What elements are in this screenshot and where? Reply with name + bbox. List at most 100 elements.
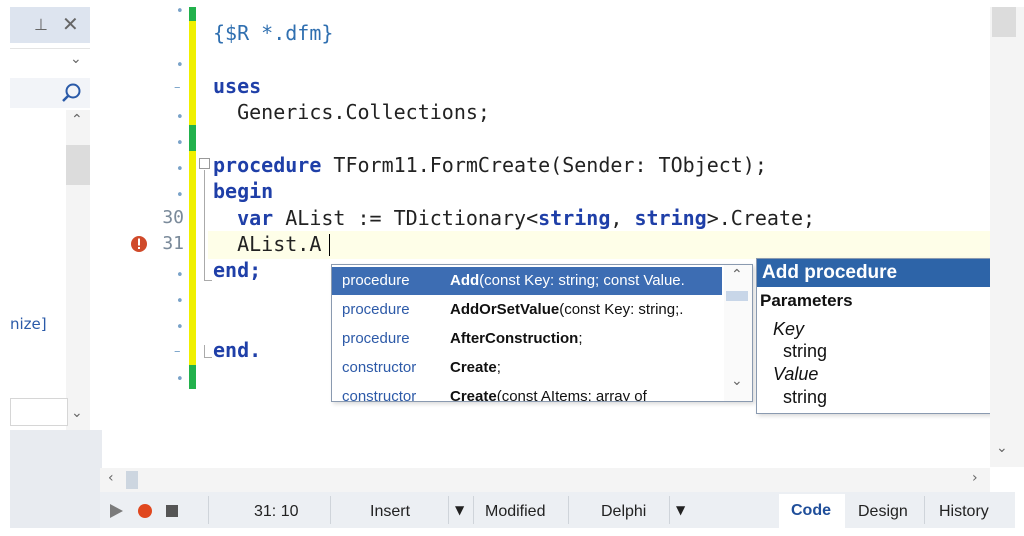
tab-code[interactable]: Code xyxy=(779,494,845,528)
scroll-down-icon[interactable]: ⌄ xyxy=(996,440,1008,456)
close-icon[interactable]: ✕ xyxy=(62,12,79,36)
editor-scroll-thumb[interactable] xyxy=(992,7,1016,37)
search-input[interactable] xyxy=(10,78,90,108)
gutter-dash: – xyxy=(174,80,181,95)
completion-item[interactable]: constructor Create(const AItems: array o… xyxy=(332,383,722,402)
gutter-dash: – xyxy=(174,344,181,359)
tab-history[interactable]: History xyxy=(939,503,989,521)
play-icon[interactable] xyxy=(108,503,124,519)
scroll-left-icon[interactable]: ‹ xyxy=(108,470,114,486)
gutter-dot: • xyxy=(176,372,184,387)
panel-combo[interactable]: ⌄ xyxy=(10,48,90,73)
editor-vertical-scrollbar[interactable] xyxy=(990,7,1024,467)
change-bar-modified xyxy=(189,21,196,125)
code-text: TForm11.FormCreate(Sender: TObject); xyxy=(321,153,767,177)
code-keyword: procedure xyxy=(213,153,322,177)
fold-line xyxy=(204,170,205,280)
panel-header: ⊥ ✕ xyxy=(10,7,90,43)
hint-param-name: Key xyxy=(773,319,805,339)
stop-icon[interactable] xyxy=(165,504,179,518)
panel-field[interactable] xyxy=(10,398,68,426)
code-line-var[interactable]: var AList := TDictionary<string, string>… xyxy=(213,206,815,230)
fold-toggle[interactable] xyxy=(199,158,210,169)
scroll-down-icon[interactable]: ⌄ xyxy=(731,373,743,389)
left-panel: ⊥ ✕ ⌄ ⌃ nize] ⌄ xyxy=(0,0,102,536)
line-number: 31 xyxy=(162,233,184,254)
completion-kind: constructor xyxy=(342,388,417,402)
completion-item[interactable]: procedure AddOrSetValue(const Key: strin… xyxy=(332,296,722,324)
tab-design[interactable]: Design xyxy=(858,503,908,521)
code-line-end-unit[interactable]: end. xyxy=(213,338,261,362)
horizontal-scroll-thumb[interactable] xyxy=(126,471,138,489)
completion-item[interactable]: procedure AfterConstruction; xyxy=(332,325,722,353)
hint-title-bar: Add procedure xyxy=(757,259,1005,287)
code-completion-list[interactable]: procedure Add(const Key: string; const V… xyxy=(331,264,753,402)
completion-name: Create xyxy=(450,359,497,376)
status-separator xyxy=(568,496,569,524)
completion-signature: AfterConstruction; xyxy=(450,330,583,347)
status-separator xyxy=(669,496,670,524)
hint-param-type: string xyxy=(783,387,828,407)
completion-name: AddOrSetValue xyxy=(450,301,560,318)
text-cursor xyxy=(329,234,330,256)
panel-footer xyxy=(10,430,102,528)
completion-name: AfterConstruction xyxy=(450,330,579,347)
modified-status: Modified xyxy=(485,503,546,520)
code-text: , xyxy=(610,206,635,230)
completion-kind: constructor xyxy=(342,359,417,376)
code-line-begin[interactable]: begin xyxy=(213,179,273,203)
scroll-up-icon[interactable]: ⌃ xyxy=(71,112,83,128)
gutter-dot: • xyxy=(176,162,184,177)
error-icon[interactable] xyxy=(130,235,148,253)
completion-scroll-thumb[interactable] xyxy=(726,291,748,301)
completion-params: ; xyxy=(496,359,501,376)
completion-params: (const Key: string;. xyxy=(559,301,684,318)
cursor-position: 31: 10 xyxy=(254,503,299,520)
dropdown-arrow-icon[interactable]: ▼ xyxy=(455,503,464,517)
completion-scrollbar[interactable]: ⌃ ⌄ xyxy=(724,265,752,401)
gutter-dot: • xyxy=(176,294,184,309)
language-selector[interactable]: Delphi xyxy=(601,503,646,521)
completion-name: Add xyxy=(450,272,480,289)
code-text: >.Create; xyxy=(706,206,816,230)
pin-icon[interactable]: ⊥ xyxy=(34,15,48,34)
completion-kind: procedure xyxy=(342,301,410,318)
scroll-down-icon[interactable]: ⌄ xyxy=(71,405,83,421)
search-icon[interactable] xyxy=(60,82,82,104)
completion-kind: procedure xyxy=(342,330,410,347)
completion-item[interactable]: procedure Add(const Key: string; const V… xyxy=(332,267,722,295)
code-line-uses[interactable]: uses xyxy=(213,74,261,98)
scroll-up-icon[interactable]: ⌃ xyxy=(731,267,743,283)
completion-signature: Create; xyxy=(450,359,501,376)
completion-item[interactable]: constructor Create; xyxy=(332,354,722,382)
fold-line xyxy=(204,357,212,358)
record-icon[interactable] xyxy=(137,503,153,519)
panel-text: nize] xyxy=(10,315,47,333)
code-line-current[interactable]: AList.A xyxy=(213,232,321,256)
gutter-dot: • xyxy=(176,320,184,335)
change-bar-saved xyxy=(189,365,196,389)
gutter-dot: • xyxy=(176,110,184,125)
gutter-dot: • xyxy=(176,188,184,203)
completion-signature: Create(const AItems: array of xyxy=(450,388,647,401)
fold-line xyxy=(204,345,205,357)
completion-params: (const Key: string; const Value. xyxy=(479,272,685,289)
code-line-end[interactable]: end; xyxy=(213,258,261,282)
code-line-directive[interactable]: {$R *.dfm} xyxy=(213,21,333,45)
code-line-procedure[interactable]: procedure TForm11.FormCreate(Sender: TOb… xyxy=(213,153,767,177)
code-keyword: var xyxy=(237,206,274,230)
scroll-right-icon[interactable]: › xyxy=(972,470,978,486)
insert-mode[interactable]: Insert xyxy=(370,503,410,521)
chevron-down-icon[interactable]: ⌄ xyxy=(70,51,82,67)
status-separator xyxy=(330,496,331,524)
gutter-dot: • xyxy=(176,268,184,283)
editor-horizontal-scrollbar[interactable] xyxy=(100,468,990,492)
completion-params: ; xyxy=(578,330,583,347)
hint-section: Parameters xyxy=(760,291,853,310)
code-keyword: string xyxy=(538,206,611,230)
panel-scroll-thumb[interactable] xyxy=(66,145,90,185)
dropdown-arrow-icon[interactable]: ▼ xyxy=(676,503,685,517)
code-line-generics[interactable]: Generics.Collections; xyxy=(213,100,490,124)
hint-param-type: string xyxy=(783,341,828,361)
status-separator xyxy=(448,496,449,524)
